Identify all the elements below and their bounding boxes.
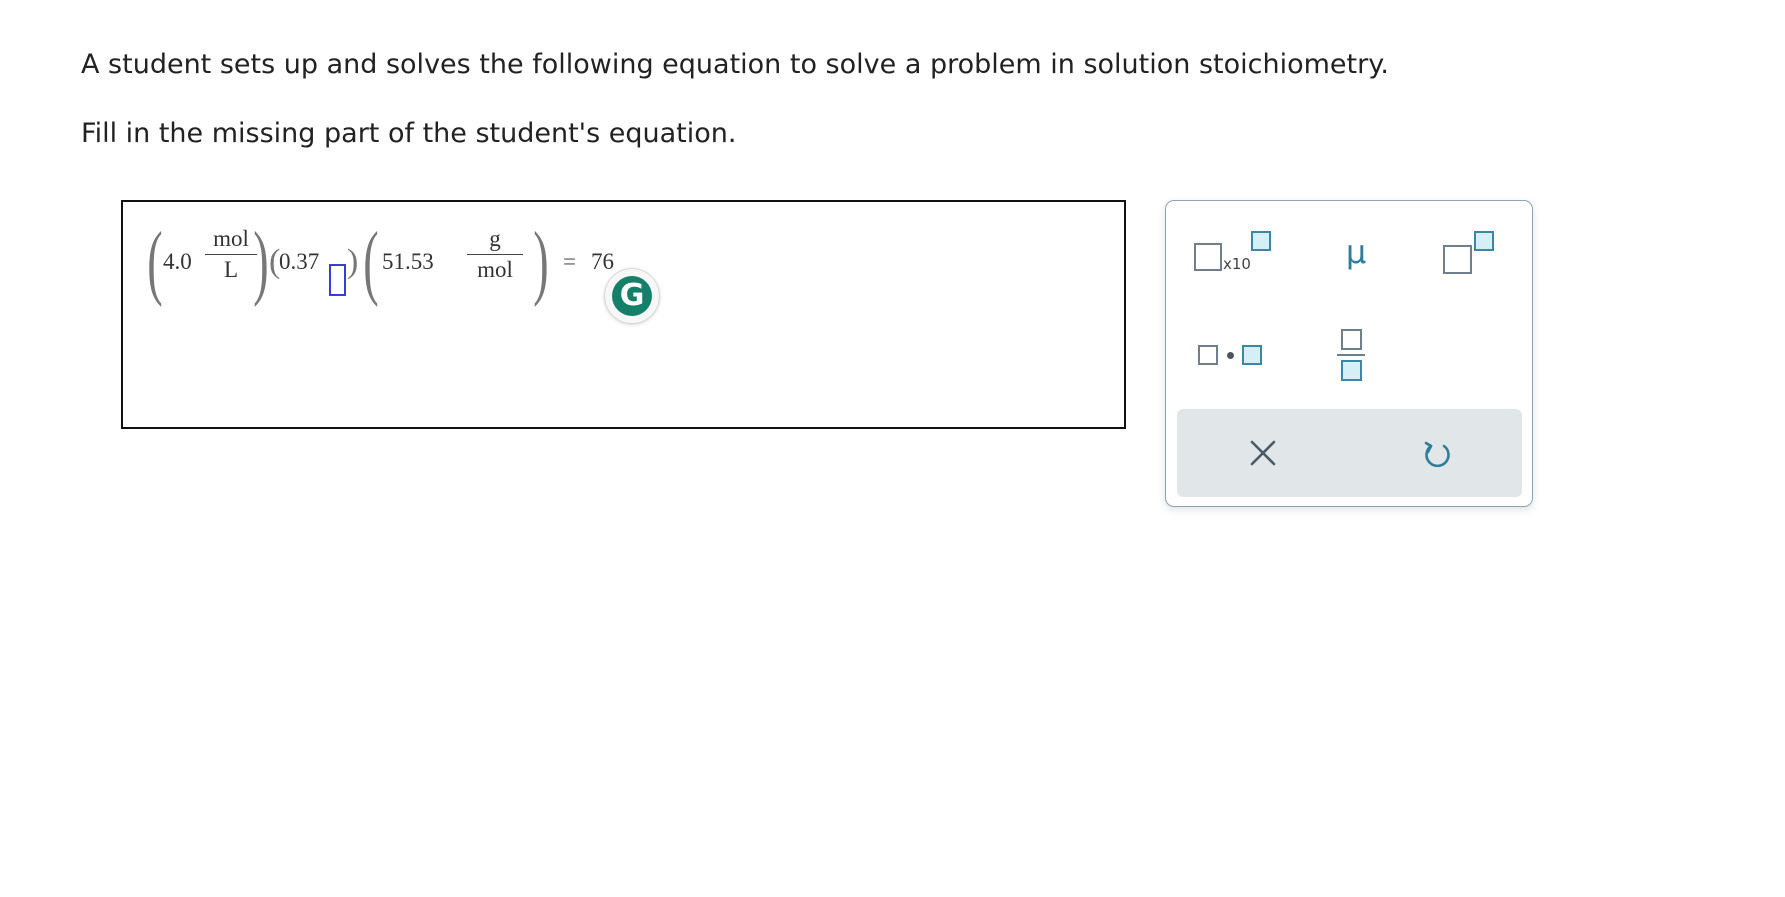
close-icon bbox=[1250, 440, 1276, 466]
term3-value: 51.53 bbox=[382, 249, 434, 274]
mu-icon: μ bbox=[1345, 233, 1367, 271]
denominator-placeholder-icon bbox=[1341, 360, 1362, 381]
equation: ( 4.0 mol L ) ( 0.37 ) ( 51.53 g mol ) =… bbox=[143, 220, 663, 320]
right-paren: ) bbox=[533, 215, 549, 308]
term3-unit-fraction: g mol bbox=[467, 224, 523, 285]
dot-icon bbox=[1227, 352, 1234, 359]
mu-button[interactable]: μ bbox=[1336, 235, 1376, 275]
math-palette: x10 μ bbox=[1165, 200, 1533, 507]
placeholder-icon bbox=[1198, 345, 1218, 365]
undo-icon bbox=[1424, 441, 1450, 468]
right-paren: ) bbox=[347, 243, 359, 280]
term3-unit-denominator: mol bbox=[477, 257, 513, 282]
term3-unit-numerator: g bbox=[489, 226, 501, 251]
missing-unit-input[interactable] bbox=[329, 264, 346, 296]
right-paren: ) bbox=[253, 215, 269, 308]
fraction-button[interactable] bbox=[1336, 327, 1366, 385]
multiply-button[interactable] bbox=[1198, 341, 1268, 371]
equals-sign: = bbox=[563, 249, 576, 274]
term2-value: 0.37 bbox=[279, 249, 320, 274]
base-placeholder-icon bbox=[1443, 245, 1472, 274]
clear-button[interactable] bbox=[1247, 437, 1279, 469]
superscript-placeholder-icon bbox=[1474, 231, 1494, 251]
grammarly-icon: G bbox=[612, 276, 652, 316]
grammarly-button[interactable]: G bbox=[604, 268, 660, 324]
left-paren: ( bbox=[363, 215, 379, 308]
numerator-placeholder-icon bbox=[1341, 329, 1362, 350]
question-text: A student sets up and solves the followi… bbox=[81, 49, 1389, 80]
term1-value: 4.0 bbox=[163, 249, 192, 274]
result-value: 76 bbox=[591, 249, 614, 274]
superscript-button[interactable] bbox=[1443, 231, 1498, 275]
x10-label: x10 bbox=[1223, 255, 1251, 273]
fraction-bar-icon bbox=[1337, 354, 1365, 356]
term1-unit-fraction: mol L bbox=[205, 224, 257, 285]
equation-answer-box[interactable]: ( 4.0 mol L ) ( 0.37 ) ( 51.53 g mol ) =… bbox=[121, 200, 1126, 429]
term1-unit-denominator: L bbox=[223, 257, 239, 282]
action-bar bbox=[1177, 409, 1522, 497]
square-placeholder-icon bbox=[1194, 243, 1222, 271]
placeholder-icon bbox=[1242, 345, 1262, 365]
instruction-text: Fill in the missing part of the student'… bbox=[81, 118, 737, 149]
term1-unit-numerator: mol bbox=[213, 226, 249, 251]
left-paren: ( bbox=[147, 215, 163, 308]
undo-button[interactable] bbox=[1420, 437, 1454, 471]
scientific-notation-button[interactable]: x10 bbox=[1194, 231, 1274, 275]
exponent-placeholder-icon bbox=[1251, 231, 1271, 251]
